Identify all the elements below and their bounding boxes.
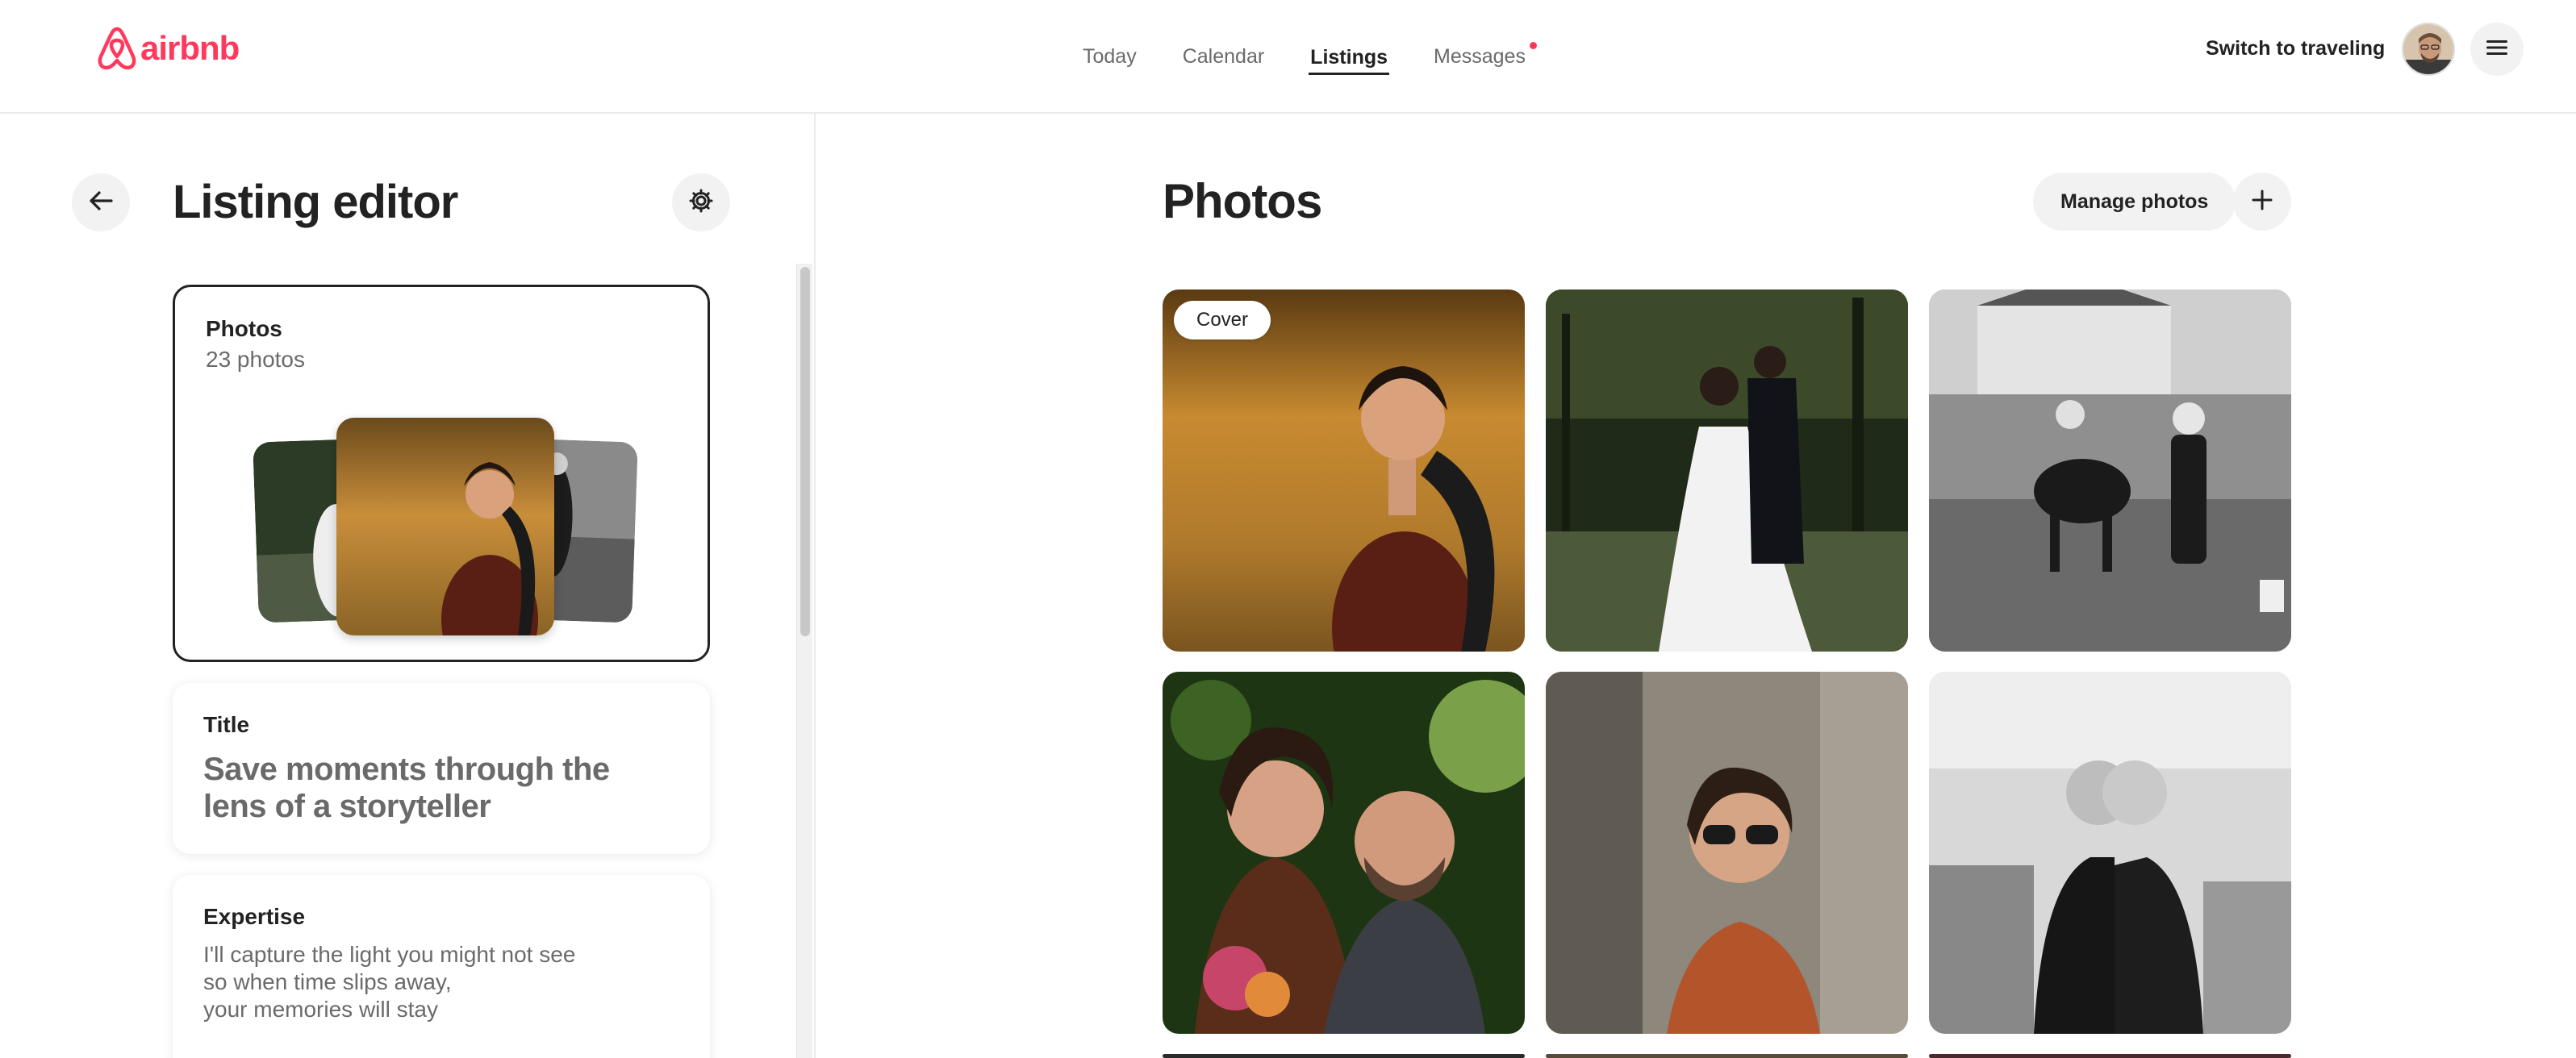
menu-button[interactable] [2470, 23, 2524, 76]
cover-badge: Cover [1174, 301, 1271, 339]
expertise-card-label: Expertise [203, 904, 306, 929]
gear-icon [689, 189, 713, 217]
manage-photos-button[interactable]: Manage photos [2033, 173, 2236, 231]
photo-tile-5[interactable] [1546, 672, 1908, 1034]
title-card[interactable]: Title Save moments through the lens of a… [173, 683, 710, 854]
nav-messages[interactable]: Messages [1432, 39, 1537, 75]
photo-tile-1[interactable]: Cover [1163, 289, 1525, 652]
airbnb-logo-icon [97, 26, 137, 71]
photo-tile-4[interactable] [1163, 672, 1525, 1034]
brand-name: airbnb [140, 29, 240, 67]
photo-tile-9[interactable] [1929, 1054, 2291, 1058]
add-photo-button[interactable] [2233, 173, 2291, 231]
photos-count: 23 photos [206, 347, 305, 372]
photos-section-title: Photos [1163, 174, 1322, 228]
nav-calendar[interactable]: Calendar [1181, 39, 1266, 75]
plus-icon [2251, 189, 2273, 215]
scrollbar-thumb[interactable] [800, 267, 810, 636]
notification-dot-icon [1529, 42, 1537, 49]
photo-tile-7[interactable] [1163, 1054, 1525, 1058]
hamburger-menu-icon [2486, 40, 2507, 60]
photos-card[interactable]: Photos 23 photos [173, 285, 710, 662]
avatar[interactable] [2402, 23, 2455, 76]
photo-tile-6[interactable] [1929, 672, 2291, 1034]
title-card-label: Title [203, 712, 250, 737]
back-button[interactable] [72, 173, 130, 231]
arrow-left-icon [89, 190, 113, 215]
expertise-card[interactable]: Expertise I'll capture the light you mig… [173, 875, 710, 1058]
airbnb-logo[interactable]: airbnb [97, 26, 240, 71]
photos-card-label: Photos [206, 316, 282, 341]
main-nav: Today Calendar Listings Messages [1081, 0, 1537, 114]
listing-editor-panel: Listing editor Photos 23 photos Title Sa… [0, 114, 816, 1058]
nav-listings[interactable]: Listings [1309, 40, 1390, 75]
nav-messages-label: Messages [1434, 45, 1526, 68]
stack-photo-cover [336, 418, 554, 635]
expertise-value: I'll capture the light you might not see… [203, 942, 576, 1022]
switch-to-traveling-link[interactable]: Switch to traveling [2206, 37, 2385, 60]
editor-scrollbar[interactable] [796, 264, 812, 1058]
top-header: airbnb Today Calendar Listings Messages … [0, 0, 2576, 114]
settings-button[interactable] [672, 173, 730, 231]
photo-tile-3[interactable] [1929, 289, 2291, 652]
photo-tile-8[interactable] [1546, 1054, 1908, 1058]
photo-tile-2[interactable] [1546, 289, 1908, 652]
photo-stack-preview [253, 418, 638, 635]
nav-today[interactable]: Today [1081, 39, 1138, 75]
listing-title-value: Save moments through the lens of a story… [203, 752, 610, 824]
page-title: Listing editor [173, 176, 458, 228]
